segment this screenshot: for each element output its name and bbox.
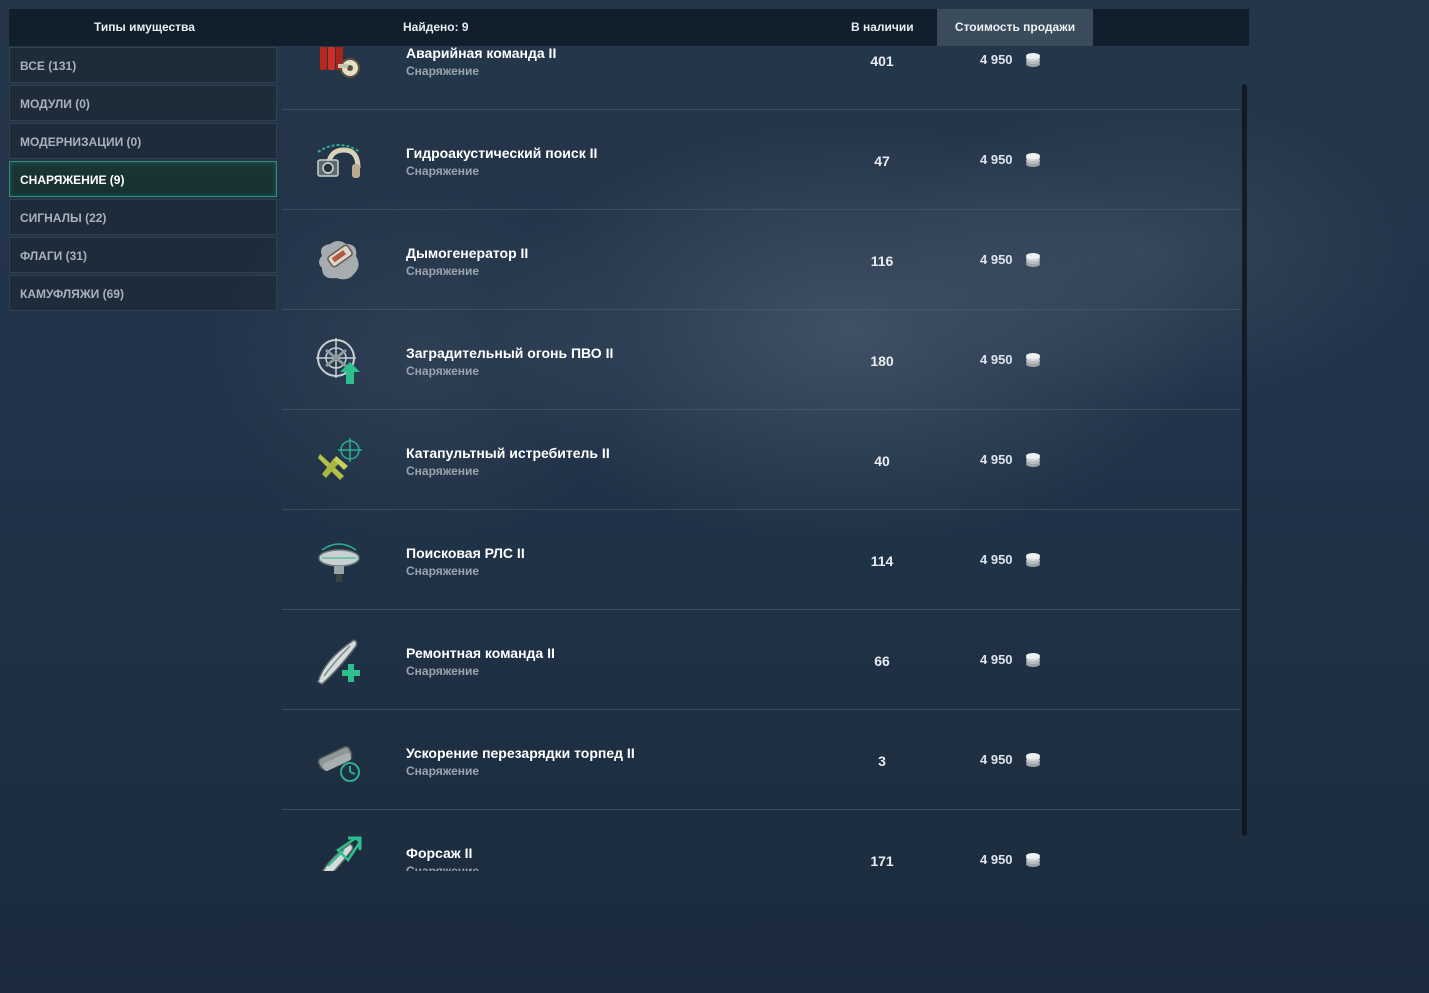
category-modules[interactable]: МОДУЛИ (0) bbox=[9, 85, 277, 121]
item-type: Снаряжение bbox=[406, 464, 480, 478]
item-name: Ускорение перезарядки торпед II bbox=[406, 745, 635, 761]
item-sell-price: 4 950 bbox=[980, 252, 1013, 267]
item-stock-count: 47 bbox=[874, 153, 890, 169]
category-upgrades[interactable]: МОДЕРНИЗАЦИИ (0) bbox=[9, 123, 277, 159]
credits-coin-icon bbox=[1026, 553, 1040, 567]
found-count-header: Найдено: 9 bbox=[403, 20, 469, 34]
category-label: СНАРЯЖЕНИЕ (9) bbox=[20, 173, 125, 187]
category-label: КАМУФЛЯЖИ (69) bbox=[20, 287, 124, 301]
item-sell-price: 4 950 bbox=[980, 352, 1013, 367]
item-type: Снаряжение bbox=[406, 364, 480, 378]
category-label: МОДЕРНИЗАЦИИ (0) bbox=[20, 135, 142, 149]
item-name: Заградительный огонь ПВО II bbox=[406, 345, 614, 361]
item-row[interactable]: Аварийная команда II Снаряжение 401 4 95… bbox=[282, 47, 1240, 110]
item-stock-count: 116 bbox=[870, 253, 894, 269]
credits-coin-icon bbox=[1026, 653, 1040, 667]
credits-coin-icon bbox=[1026, 853, 1040, 867]
item-stock-count: 66 bbox=[874, 653, 890, 669]
item-type: Снаряжение bbox=[406, 64, 480, 78]
item-row[interactable]: Форсаж II Снаряжение 171 4 950 bbox=[282, 810, 1240, 871]
property-types-header: Типы имущества bbox=[94, 20, 195, 34]
item-row[interactable]: Гидроакустический поиск II Снаряжение 47… bbox=[282, 110, 1240, 210]
catapult-fighter-icon bbox=[318, 438, 362, 480]
item-sell-price: 4 950 bbox=[980, 552, 1013, 567]
item-row[interactable]: Дымогенератор II Снаряжение 116 4 950 bbox=[282, 210, 1240, 310]
sell-inventory-screen: Типы имущества Найдено: 9 В наличии Стои… bbox=[0, 0, 1429, 993]
hydroacoustic-search-icon bbox=[317, 144, 361, 178]
item-row[interactable]: Поисковая РЛС II Снаряжение 114 4 950 bbox=[282, 510, 1240, 610]
smoke-generator-icon bbox=[319, 241, 359, 280]
torpedo-reload-booster-icon bbox=[317, 745, 360, 782]
category-label: СИГНАЛЫ (22) bbox=[20, 211, 107, 225]
item-stock-count: 40 bbox=[874, 453, 890, 469]
item-name: Гидроакустический поиск II bbox=[406, 145, 598, 161]
sell-price-column-label: Стоимость продажи bbox=[954, 20, 1076, 34]
surveillance-radar-icon bbox=[318, 543, 360, 582]
credits-coin-icon bbox=[1026, 753, 1040, 767]
item-stock-count: 114 bbox=[870, 553, 894, 569]
engine-boost-icon bbox=[322, 836, 362, 871]
item-row[interactable]: Катапультный истребитель II Снаряжение 4… bbox=[282, 410, 1240, 510]
item-stock-count: 401 bbox=[870, 53, 894, 69]
credits-coin-icon bbox=[1026, 153, 1040, 167]
category-all[interactable]: ВСЕ (131) bbox=[9, 47, 277, 83]
item-name: Форсаж II bbox=[406, 845, 473, 861]
item-stock-count: 180 bbox=[870, 353, 894, 369]
in-stock-column-header[interactable]: В наличии bbox=[851, 20, 914, 34]
category-label: ФЛАГИ (31) bbox=[20, 249, 87, 263]
item-sell-price: 4 950 bbox=[980, 652, 1013, 667]
item-name: Аварийная команда II bbox=[406, 47, 557, 61]
category-flags[interactable]: ФЛАГИ (31) bbox=[9, 237, 277, 273]
item-sell-price: 4 950 bbox=[980, 752, 1013, 767]
category-sidebar: ВСЕ (131) МОДУЛИ (0) МОДЕРНИЗАЦИИ (0) СН… bbox=[9, 47, 277, 313]
item-type: Снаряжение bbox=[406, 864, 480, 871]
category-label: ВСЕ (131) bbox=[20, 59, 77, 73]
item-row[interactable]: Заградительный огонь ПВО II Снаряжение 1… bbox=[282, 310, 1240, 410]
credits-coin-icon bbox=[1026, 453, 1040, 467]
item-name: Ремонтная команда II bbox=[406, 645, 555, 661]
credits-coin-icon bbox=[1026, 253, 1040, 267]
item-sell-price: 4 950 bbox=[980, 52, 1013, 67]
sell-price-column-header[interactable]: Стоимость продажи bbox=[937, 9, 1093, 46]
defensive-aa-fire-icon bbox=[316, 338, 360, 384]
table-header: Типы имущества Найдено: 9 В наличии Стои… bbox=[9, 9, 1249, 46]
item-list: Аварийная команда II Снаряжение 401 4 95… bbox=[282, 47, 1240, 871]
item-type: Снаряжение bbox=[406, 664, 480, 678]
item-type: Снаряжение bbox=[406, 764, 480, 778]
item-list-viewport: Аварийная команда II Снаряжение 401 4 95… bbox=[282, 47, 1240, 871]
credits-coin-icon bbox=[1026, 353, 1040, 367]
item-type: Снаряжение bbox=[406, 164, 480, 178]
item-sell-price: 4 950 bbox=[980, 852, 1013, 867]
item-stock-count: 3 bbox=[878, 753, 886, 769]
item-type: Снаряжение bbox=[406, 564, 480, 578]
item-name: Поисковая РЛС II bbox=[406, 545, 525, 561]
item-type: Снаряжение bbox=[406, 264, 480, 278]
item-stock-count: 171 bbox=[870, 853, 894, 869]
category-label: МОДУЛИ (0) bbox=[20, 97, 90, 111]
list-scrollbar[interactable] bbox=[1242, 84, 1247, 836]
category-camouflages[interactable]: КАМУФЛЯЖИ (69) bbox=[9, 275, 277, 311]
item-sell-price: 4 950 bbox=[980, 452, 1013, 467]
item-sell-price: 4 950 bbox=[980, 152, 1013, 167]
credits-coin-icon bbox=[1026, 53, 1040, 67]
repair-party-icon bbox=[317, 639, 360, 685]
category-consumables[interactable]: СНАРЯЖЕНИЕ (9) bbox=[9, 161, 277, 197]
item-row[interactable]: Ремонтная команда II Снаряжение 66 4 950 bbox=[282, 610, 1240, 710]
category-signals[interactable]: СИГНАЛЫ (22) bbox=[9, 199, 277, 235]
item-row[interactable]: Ускорение перезарядки торпед II Снаряжен… bbox=[282, 710, 1240, 810]
item-name: Дымогенератор II bbox=[406, 245, 529, 261]
damage-control-icon bbox=[320, 47, 360, 78]
item-name: Катапультный истребитель II bbox=[406, 445, 610, 461]
